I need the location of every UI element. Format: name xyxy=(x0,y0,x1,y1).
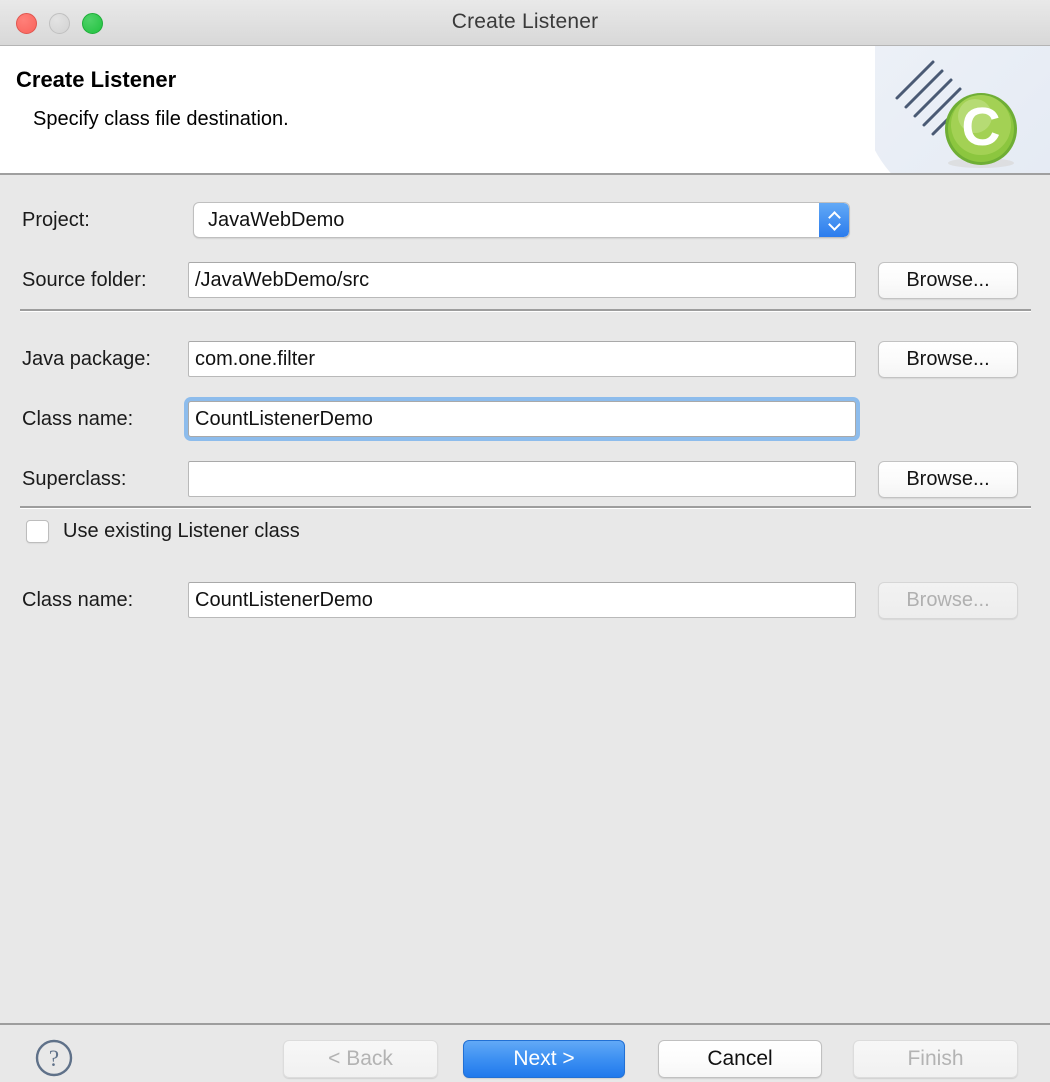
svg-text:?: ? xyxy=(49,1046,59,1071)
separator-2 xyxy=(20,506,1031,509)
java-package-input[interactable]: com.one.filter xyxy=(188,341,856,377)
separator-1 xyxy=(20,309,1031,312)
next-button[interactable]: Next > xyxy=(463,1040,625,1078)
use-existing-listener-checkbox-row[interactable]: Use existing Listener class xyxy=(26,520,300,543)
project-label: Project: xyxy=(22,208,90,231)
existing-class-name-label: Class name: xyxy=(22,588,134,611)
use-existing-listener-label: Use existing Listener class xyxy=(63,520,300,542)
existing-class-name-browse-button: Browse... xyxy=(878,581,1018,619)
window-title: Create Listener xyxy=(451,10,599,33)
java-package-label: Java package: xyxy=(22,347,151,370)
question-mark-icon[interactable]: ? xyxy=(34,1038,74,1078)
create-listener-dialog: Create Listener Create Listener Specify … xyxy=(0,0,1050,1082)
superclass-input[interactable] xyxy=(188,461,856,497)
use-existing-listener-checkbox[interactable] xyxy=(26,520,49,543)
svg-text:C: C xyxy=(962,97,1001,157)
wizard-footer: ? < Back Next > Cancel Finish https://bl… xyxy=(0,1023,1050,1082)
existing-class-name-input[interactable]: CountListenerDemo xyxy=(188,582,856,618)
class-name-input[interactable]: CountListenerDemo xyxy=(188,401,856,437)
class-name-row: Class name: CountListenerDemo xyxy=(0,400,1050,438)
project-row: Project: JavaWebDemo xyxy=(0,201,1050,239)
class-name-label: Class name: xyxy=(22,407,134,430)
chevron-up-down-icon[interactable] xyxy=(819,203,849,237)
page-title: Create Listener xyxy=(16,67,177,92)
source-folder-label: Source folder: xyxy=(22,268,147,291)
page-subtitle: Specify class file destination. xyxy=(33,108,289,130)
finish-button: Finish xyxy=(853,1040,1018,1078)
cancel-button[interactable]: Cancel xyxy=(658,1040,822,1078)
java-package-browse-button[interactable]: Browse... xyxy=(878,340,1018,378)
java-package-row: Java package: com.one.filter Browse... xyxy=(0,340,1050,378)
existing-class-name-row: Class name: CountListenerDemo Browse... xyxy=(0,581,1050,619)
source-folder-input[interactable]: /JavaWebDemo/src xyxy=(188,262,856,298)
superclass-browse-button[interactable]: Browse... xyxy=(878,460,1018,498)
wizard-header: Create Listener Specify class file desti… xyxy=(0,46,1050,175)
superclass-label: Superclass: xyxy=(22,467,127,490)
source-folder-row: Source folder: /JavaWebDemo/src Browse..… xyxy=(0,261,1050,299)
project-value: JavaWebDemo xyxy=(208,208,345,231)
wizard-body: Project: JavaWebDemo Source folder: /Jav… xyxy=(0,175,1050,1023)
project-combo[interactable]: JavaWebDemo xyxy=(193,202,850,238)
back-button: < Back xyxy=(283,1040,438,1078)
source-folder-browse-button[interactable]: Browse... xyxy=(878,261,1018,299)
window-titlebar: Create Listener xyxy=(0,0,1050,46)
eclipse-wizard-c-logo: C xyxy=(875,46,1050,173)
superclass-row: Superclass: Browse... xyxy=(0,460,1050,498)
